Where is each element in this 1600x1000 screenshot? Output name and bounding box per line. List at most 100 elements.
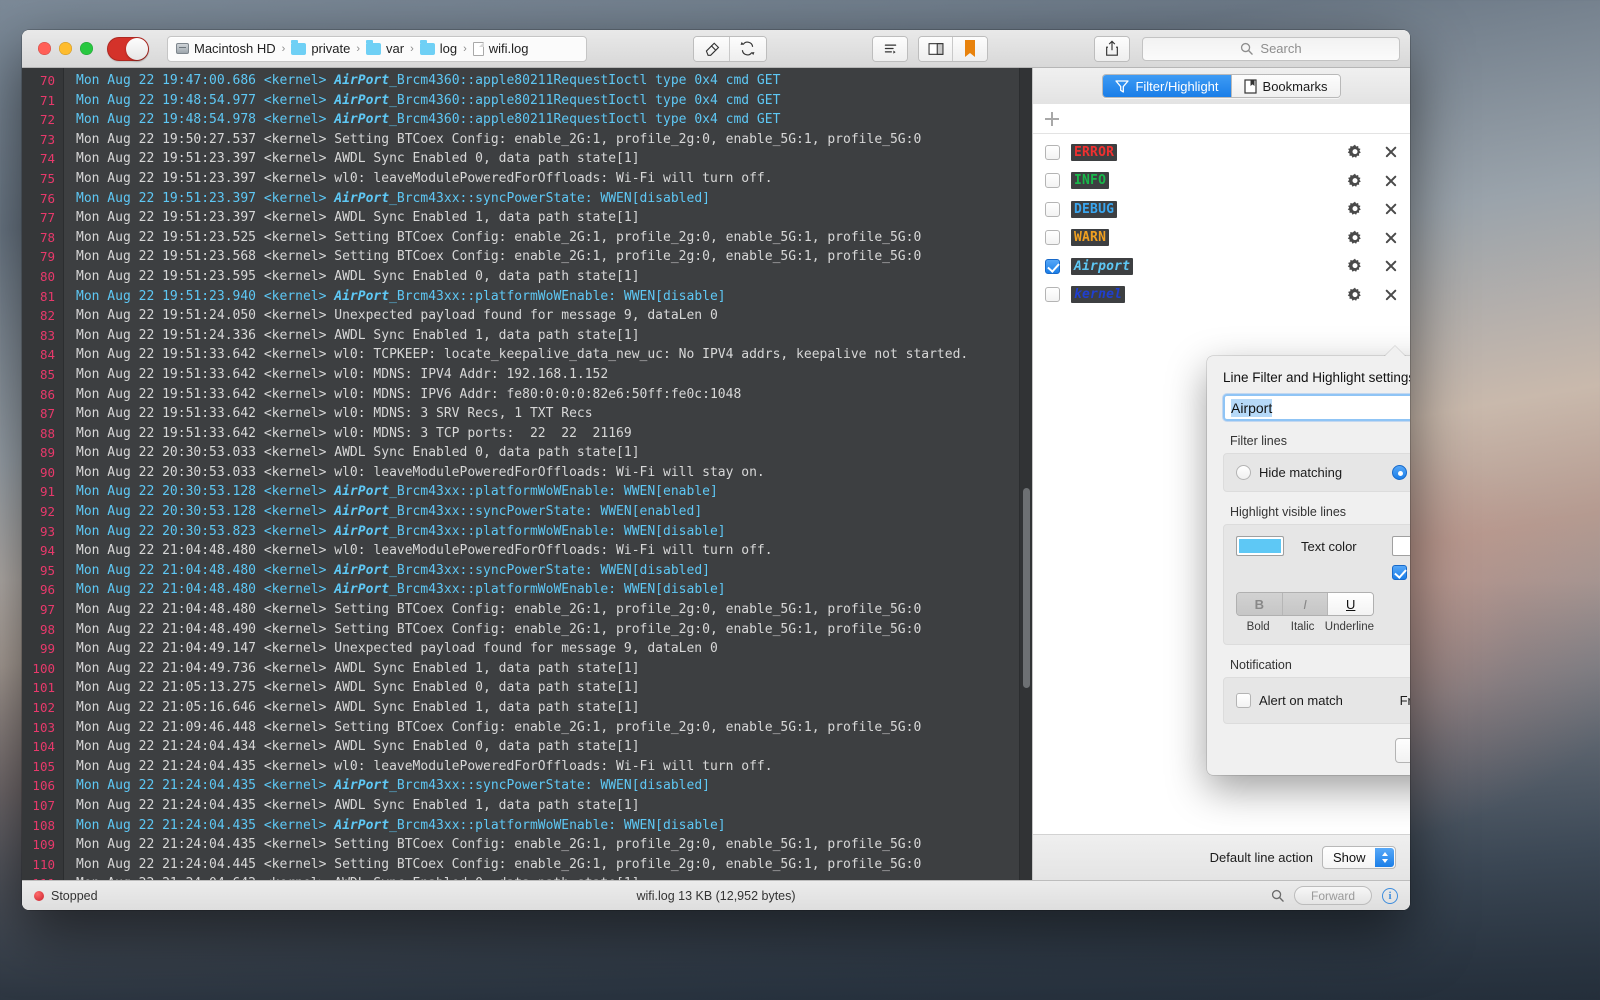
log-line[interactable]: Mon Aug 22 21:24:04.435 <kernel> wl0: le…	[64, 757, 1032, 777]
breadcrumb-item-log[interactable]: log	[420, 41, 457, 56]
log-line[interactable]: Mon Aug 22 19:48:54.977 <kernel> AirPort…	[64, 91, 1032, 111]
log-line[interactable]: Mon Aug 22 19:51:23.568 <kernel> Setting…	[64, 247, 1032, 267]
log-line[interactable]: Mon Aug 22 19:51:23.397 <kernel> AWDL Sy…	[64, 208, 1032, 228]
log-line[interactable]: Mon Aug 22 21:04:48.480 <kernel> AirPort…	[64, 561, 1032, 581]
gear-icon[interactable]	[1347, 230, 1363, 246]
log-line[interactable]: Mon Aug 22 21:24:04.435 <kernel> Setting…	[64, 835, 1032, 855]
filter-checkbox[interactable]	[1045, 145, 1060, 160]
add-filter-button[interactable]	[1043, 110, 1061, 128]
breadcrumb-item-private[interactable]: private	[291, 41, 350, 56]
log-vertical-scrollbar[interactable]	[1019, 68, 1032, 880]
log-lines[interactable]: Mon Aug 22 19:47:00.686 <kernel> AirPort…	[64, 68, 1032, 880]
gear-icon[interactable]	[1347, 173, 1363, 189]
log-line[interactable]: Mon Aug 22 19:51:24.336 <kernel> AWDL Sy…	[64, 326, 1032, 346]
log-pane[interactable]: 7071727374757677787980818283848586878889…	[22, 68, 1032, 880]
gear-icon[interactable]	[1347, 258, 1363, 274]
log-line[interactable]: Mon Aug 22 20:30:53.128 <kernel> AirPort…	[64, 482, 1032, 502]
filter-row-warn[interactable]: WARN	[1033, 224, 1410, 253]
log-line[interactable]: Mon Aug 22 21:05:16.646 <kernel> AWDL Sy…	[64, 698, 1032, 718]
log-line[interactable]: Mon Aug 22 21:24:04.445 <kernel> Setting…	[64, 855, 1032, 875]
log-line[interactable]: Mon Aug 22 19:51:23.397 <kernel> wl0: le…	[64, 169, 1032, 189]
log-line[interactable]: Mon Aug 22 20:30:53.033 <kernel> wl0: le…	[64, 463, 1032, 483]
log-line[interactable]: Mon Aug 22 19:48:54.978 <kernel> AirPort…	[64, 110, 1032, 130]
minimize-window-button[interactable]	[59, 42, 72, 55]
filter-row-kernel[interactable]: kernel	[1033, 281, 1410, 310]
bookmark-button[interactable]	[953, 37, 987, 61]
remove-filter-button[interactable]	[1384, 231, 1398, 245]
log-line[interactable]: Mon Aug 22 19:51:33.642 <kernel> wl0: MD…	[64, 404, 1032, 424]
log-line[interactable]: Mon Aug 22 19:51:33.642 <kernel> wl0: MD…	[64, 424, 1032, 444]
gear-icon[interactable]	[1347, 144, 1363, 160]
breadcrumb-item-macintosh-hd[interactable]: Macintosh HD	[176, 41, 276, 56]
close-window-button[interactable]	[38, 42, 51, 55]
filter-row-airport[interactable]: Airport	[1033, 252, 1410, 281]
reload-button[interactable]	[730, 37, 766, 61]
log-line[interactable]: Mon Aug 22 19:51:33.642 <kernel> wl0: TC…	[64, 345, 1032, 365]
filter-row-error[interactable]: ERROR	[1033, 138, 1410, 167]
breadcrumb[interactable]: Macintosh HD › private › var › log › wif…	[167, 36, 587, 62]
log-line[interactable]: Mon Aug 22 21:24:04.435 <kernel> AirPort…	[64, 816, 1032, 836]
log-line[interactable]: Mon Aug 22 19:51:23.595 <kernel> AWDL Sy…	[64, 267, 1032, 287]
log-line[interactable]: Mon Aug 22 19:51:24.050 <kernel> Unexpec…	[64, 306, 1032, 326]
scrollbar-thumb[interactable]	[1023, 488, 1030, 688]
remove-filter-button[interactable]	[1384, 259, 1398, 273]
use-view-background-checkbox[interactable]	[1392, 565, 1407, 580]
log-line[interactable]: Mon Aug 22 21:04:48.480 <kernel> wl0: le…	[64, 541, 1032, 561]
log-line[interactable]: Mon Aug 22 21:04:48.490 <kernel> Setting…	[64, 620, 1032, 640]
log-line[interactable]: Mon Aug 22 19:51:23.397 <kernel> AWDL Sy…	[64, 149, 1032, 169]
remove-filter-button[interactable]	[1384, 202, 1398, 216]
share-button[interactable]	[1095, 37, 1129, 61]
filter-checkbox[interactable]	[1045, 202, 1060, 217]
log-line[interactable]: Mon Aug 22 19:47:00.686 <kernel> AirPort…	[64, 71, 1032, 91]
split-view-button[interactable]	[919, 37, 953, 61]
gear-icon[interactable]	[1347, 201, 1363, 217]
background-color-swatch[interactable]	[1392, 536, 1410, 556]
alert-on-match-checkbox[interactable]	[1236, 693, 1251, 708]
log-line[interactable]: Mon Aug 22 21:05:13.275 <kernel> AWDL Sy…	[64, 678, 1032, 698]
log-line[interactable]: Mon Aug 22 19:51:23.525 <kernel> Setting…	[64, 228, 1032, 248]
log-line[interactable]: Mon Aug 22 21:04:49.147 <kernel> Unexpec…	[64, 639, 1032, 659]
log-line[interactable]: Mon Aug 22 21:04:49.736 <kernel> AWDL Sy…	[64, 659, 1032, 679]
underline-toggle[interactable]: U	[1328, 593, 1373, 615]
filter-checkbox[interactable]	[1045, 259, 1060, 274]
log-line[interactable]: Mon Aug 22 21:24:04.434 <kernel> AWDL Sy…	[64, 737, 1032, 757]
use-view-background-control[interactable]: Use view background	[1392, 565, 1410, 580]
filter-checkbox[interactable]	[1045, 173, 1060, 188]
log-line[interactable]: Mon Aug 22 21:24:04.435 <kernel> AWDL Sy…	[64, 796, 1032, 816]
remove-filter-button[interactable]	[1384, 145, 1398, 159]
log-line[interactable]: Mon Aug 22 20:30:53.128 <kernel> AirPort…	[64, 502, 1032, 522]
default-line-action-select[interactable]: Show	[1322, 846, 1396, 869]
clear-button[interactable]	[694, 37, 730, 61]
filter-checkbox[interactable]	[1045, 230, 1060, 245]
search-icon[interactable]	[1271, 889, 1284, 902]
remove-filter-button[interactable]	[1384, 174, 1398, 188]
tab-bookmarks[interactable]: Bookmarks	[1232, 75, 1340, 97]
radio-hide-matching[interactable]: Hide matching	[1236, 465, 1392, 480]
italic-toggle[interactable]: I	[1283, 593, 1329, 615]
pattern-input[interactable]: Airport	[1223, 394, 1410, 421]
info-icon[interactable]: i	[1382, 888, 1398, 904]
log-line[interactable]: Mon Aug 22 19:50:27.537 <kernel> Setting…	[64, 130, 1032, 150]
tab-filter-highlight[interactable]: Filter/Highlight	[1103, 75, 1231, 97]
log-line[interactable]: Mon Aug 22 20:30:53.033 <kernel> AWDL Sy…	[64, 443, 1032, 463]
log-line[interactable]: Mon Aug 22 21:04:48.480 <kernel> AirPort…	[64, 580, 1032, 600]
text-color-control[interactable]: Text color	[1236, 536, 1392, 556]
filter-row-debug[interactable]: DEBUG	[1033, 195, 1410, 224]
log-line[interactable]: Mon Aug 22 19:51:23.397 <kernel> AirPort…	[64, 189, 1032, 209]
filter-lines-button[interactable]	[873, 37, 907, 61]
hide-matching-radio[interactable]	[1236, 465, 1251, 480]
filter-checkbox[interactable]	[1045, 287, 1060, 302]
bold-toggle[interactable]: B	[1237, 593, 1283, 615]
show-only-matching-radio[interactable]	[1392, 465, 1407, 480]
breadcrumb-item-wifi-log[interactable]: wifi.log	[473, 41, 529, 56]
text-color-swatch[interactable]	[1236, 536, 1284, 556]
log-line[interactable]: Mon Aug 22 21:24:04.435 <kernel> AirPort…	[64, 776, 1032, 796]
remove-filter-button[interactable]	[1384, 288, 1398, 302]
forward-button[interactable]: Forward	[1294, 886, 1372, 905]
log-line[interactable]: Mon Aug 22 21:09:46.448 <kernel> Setting…	[64, 718, 1032, 738]
log-line[interactable]: Mon Aug 22 19:51:33.642 <kernel> wl0: MD…	[64, 365, 1032, 385]
record-toggle[interactable]	[107, 37, 149, 61]
log-line[interactable]: Mon Aug 22 21:04:48.480 <kernel> Setting…	[64, 600, 1032, 620]
background-color-control[interactable]: Background	[1392, 536, 1410, 556]
cancel-button[interactable]: Cancel	[1395, 738, 1410, 763]
